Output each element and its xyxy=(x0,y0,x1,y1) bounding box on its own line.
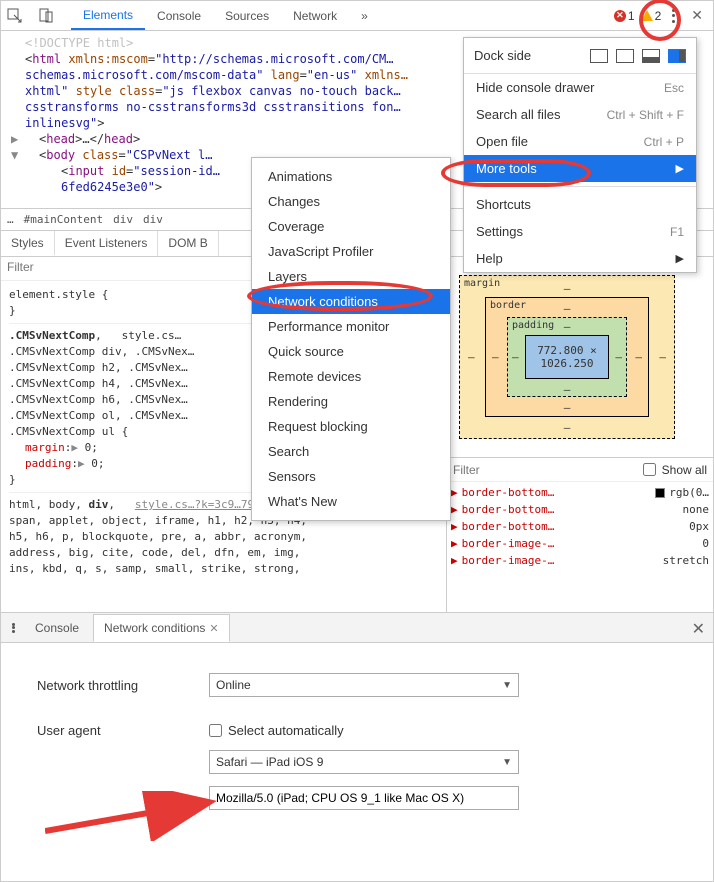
menu-more-tools[interactable]: More tools▶ xyxy=(464,155,696,182)
menu-help[interactable]: Help▶ xyxy=(464,245,696,272)
submenu-perfmonitor[interactable]: Performance monitor xyxy=(252,314,450,339)
crumb-item[interactable]: div xyxy=(143,213,163,226)
network-conditions-panel: Network throttling Online▼ User agent Se… xyxy=(1,643,713,830)
drawer-tab-network-conditions[interactable]: Network conditions✕ xyxy=(93,614,230,642)
menu-open-file[interactable]: Open fileCtrl + P xyxy=(464,128,696,155)
device-icon[interactable] xyxy=(39,8,55,24)
crumb-item[interactable]: #mainContent xyxy=(24,213,103,226)
menu-hide-drawer[interactable]: Hide console drawerEsc xyxy=(464,74,696,101)
throttling-row: Network throttling Online▼ xyxy=(37,673,691,697)
drawer-close-button[interactable]: ✕ xyxy=(692,619,705,639)
menu-settings[interactable]: SettingsF1 xyxy=(464,218,696,245)
computed-row: ▶border-bottom…none xyxy=(451,501,709,518)
submenu-coverage[interactable]: Coverage xyxy=(252,214,450,239)
tab-elements[interactable]: Elements xyxy=(71,2,145,30)
computed-row: ▶border-image-…stretch xyxy=(451,552,709,569)
dock-bottom-icon[interactable] xyxy=(642,49,660,63)
submenu-whatsnew[interactable]: What's New xyxy=(252,489,450,514)
inspect-icon[interactable] xyxy=(7,8,23,24)
crumb-item[interactable]: div xyxy=(113,213,133,226)
computed-row: ▶border-bottom…rgb(0… xyxy=(451,484,709,501)
computed-list[interactable]: ▶border-bottom…rgb(0… ▶border-bottom…non… xyxy=(447,482,713,612)
subtab-dombreakpoints[interactable]: DOM B xyxy=(158,231,218,256)
showall-checkbox[interactable] xyxy=(643,463,656,476)
throttling-label: Network throttling xyxy=(37,678,197,693)
subtab-eventlisteners[interactable]: Event Listeners xyxy=(55,231,159,256)
computed-filter-input[interactable] xyxy=(453,463,637,477)
error-count: 1 xyxy=(628,9,635,23)
submenu-animations[interactable]: Animations xyxy=(252,164,450,189)
drawer: Console Network conditions✕ ✕ Network th… xyxy=(1,613,713,830)
computed-panel: margin – – – – border – – – – padding – … xyxy=(447,257,713,612)
submenu-requestblocking[interactable]: Request blocking xyxy=(252,414,450,439)
warning-badge[interactable]: 2 xyxy=(641,9,662,23)
devtools-close-button[interactable]: ✕ xyxy=(687,7,707,24)
box-model[interactable]: margin – – – – border – – – – padding – … xyxy=(447,257,713,458)
tab-overflow[interactable]: » xyxy=(349,3,380,29)
submenu-arrow-icon: ▶ xyxy=(676,252,684,265)
devtools-toolbar: Elements Console Sources Network » ✕1 2 … xyxy=(1,1,713,31)
ua-auto-checkbox-row[interactable]: Select automatically xyxy=(209,723,519,738)
dock-left-icon[interactable] xyxy=(616,49,634,63)
submenu-remotedevices[interactable]: Remote devices xyxy=(252,364,450,389)
error-badge[interactable]: ✕1 xyxy=(614,9,635,23)
submenu-changes[interactable]: Changes xyxy=(252,189,450,214)
toolbar-right: ✕1 2 ✕ xyxy=(614,7,707,25)
computed-row: ▶border-bottom…0px xyxy=(451,518,709,535)
drawer-tab-console[interactable]: Console xyxy=(25,615,89,641)
source-link[interactable]: style.cs… xyxy=(122,329,182,342)
ua-auto-checkbox[interactable] xyxy=(209,724,222,737)
box-model-content: 772.800 × 1026.250 xyxy=(525,335,609,379)
tab-network[interactable]: Network xyxy=(281,3,349,29)
submenu-layers[interactable]: Layers xyxy=(252,264,450,289)
submenu-quicksource[interactable]: Quick source xyxy=(252,339,450,364)
warning-count: 2 xyxy=(655,9,662,23)
submenu-sensors[interactable]: Sensors xyxy=(252,464,450,489)
tab-console[interactable]: Console xyxy=(145,3,213,29)
computed-filter-row: Show all xyxy=(447,458,713,482)
main-menu: Dock side Hide console drawerEsc Search … xyxy=(463,37,697,273)
drawer-menu-button[interactable] xyxy=(7,621,21,635)
tab-sources[interactable]: Sources xyxy=(213,3,281,29)
top-tabs: Elements Console Sources Network » xyxy=(71,2,380,30)
dock-right-icon[interactable] xyxy=(668,49,686,63)
dock-undock-icon[interactable] xyxy=(590,49,608,63)
drawer-tabs: Console Network conditions✕ ✕ xyxy=(1,613,713,643)
submenu-network-conditions[interactable]: Network conditions xyxy=(252,289,450,314)
menu-search-all[interactable]: Search all filesCtrl + Shift + F xyxy=(464,101,696,128)
ua-select[interactable]: Safari — iPad iOS 9▼ xyxy=(209,750,519,774)
useragent-label: User agent xyxy=(37,723,197,738)
dock-side-label: Dock side xyxy=(474,48,531,63)
more-tools-submenu: Animations Changes Coverage JavaScript P… xyxy=(251,157,451,521)
chevron-down-icon: ▼ xyxy=(502,680,512,691)
chevron-down-icon: ▼ xyxy=(502,757,512,768)
submenu-arrow-icon: ▶ xyxy=(676,162,684,175)
dock-side-row: Dock side xyxy=(464,38,696,74)
submenu-rendering[interactable]: Rendering xyxy=(252,389,450,414)
submenu-jsprofiler[interactable]: JavaScript Profiler xyxy=(252,239,450,264)
subtab-styles[interactable]: Styles xyxy=(1,231,55,256)
useragent-row: User agent Select automatically Safari —… xyxy=(37,723,691,810)
settings-menu-button[interactable] xyxy=(667,7,681,25)
crumb-item[interactable]: … xyxy=(7,213,14,226)
menu-shortcuts[interactable]: Shortcuts xyxy=(464,191,696,218)
submenu-search[interactable]: Search xyxy=(252,439,450,464)
throttling-select[interactable]: Online▼ xyxy=(209,673,519,697)
computed-row: ▶border-image-…0 xyxy=(451,535,709,552)
close-icon[interactable]: ✕ xyxy=(209,623,218,635)
showall-label: Show all xyxy=(662,463,707,477)
ua-string-input[interactable] xyxy=(209,786,519,810)
